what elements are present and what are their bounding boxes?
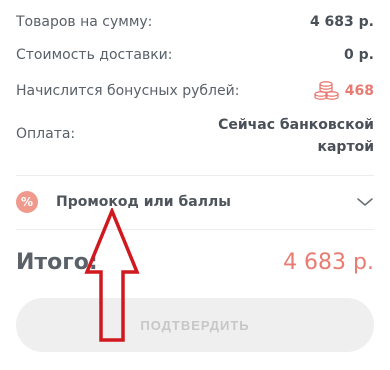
divider-top (16, 175, 374, 176)
divider-bottom (16, 229, 374, 230)
promo-code-toggle[interactable]: % Промокод или баллы (16, 186, 374, 218)
coins-icon (313, 80, 339, 102)
payment-row: Оплата: Сейчас банковской картой (16, 114, 374, 158)
delivery-cost-label: Стоимость доставки: (16, 47, 173, 63)
promo-code-label: Промокод или баллы (56, 194, 231, 210)
bonus-label: Начислится бонусных рублей: (16, 83, 240, 99)
payment-value-line2: картой (317, 139, 374, 155)
confirm-button[interactable]: ПОДТВЕРДИТЬ (16, 298, 374, 352)
percent-icon: % (16, 191, 38, 213)
goods-sum-value: 4 683 р. (309, 14, 374, 30)
goods-sum-label: Товаров на сумму: (16, 14, 153, 30)
annotation-arrow-icon (84, 206, 140, 348)
delivery-cost-row: Стоимость доставки: 0 р. (16, 47, 374, 63)
delivery-cost-value: 0 р. (344, 47, 374, 63)
bonus-value: 468 (344, 83, 374, 99)
payment-value-line1: Сейчас банковской (218, 117, 374, 133)
total-row: Итого: 4 683 р. (16, 250, 374, 275)
payment-value: Сейчас банковской картой (199, 114, 374, 158)
chevron-down-icon[interactable] (356, 193, 374, 212)
bonus-value-group: 468 (313, 80, 374, 102)
goods-sum-row: Товаров на сумму: 4 683 р. (16, 14, 374, 30)
payment-label: Оплата: (16, 126, 76, 142)
bonus-row: Начислится бонусных рублей: 468 (16, 80, 374, 102)
total-value: 4 683 р. (283, 250, 374, 275)
order-summary-panel: Товаров на сумму: 4 683 р. Стоимость дос… (0, 0, 390, 370)
